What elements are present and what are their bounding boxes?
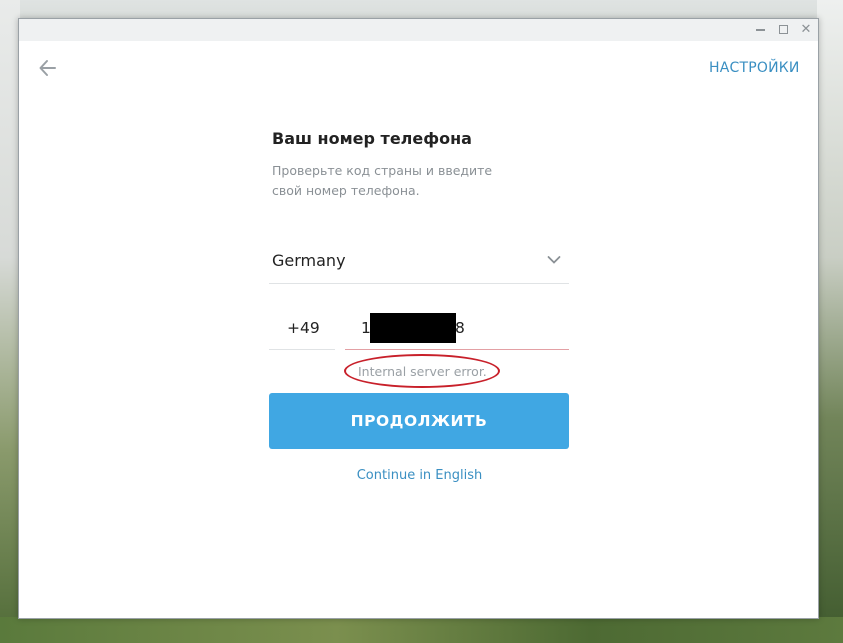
page-title: Ваш номер телефона xyxy=(272,129,472,148)
country-code-input[interactable]: +49 xyxy=(269,311,335,350)
desktop-background-left xyxy=(0,0,20,643)
phone-number-end: 8 xyxy=(455,319,465,337)
country-code-value: +49 xyxy=(287,319,320,337)
minimize-button[interactable] xyxy=(749,21,771,39)
close-icon: ✕ xyxy=(800,22,812,37)
maximize-icon xyxy=(778,25,788,34)
redaction-box xyxy=(370,313,456,343)
continue-in-english-link[interactable]: Continue in English xyxy=(19,468,820,483)
close-button[interactable]: ✕ xyxy=(795,21,817,39)
page-subtitle: Проверьте код страны и введите свой номе… xyxy=(272,163,493,198)
arrow-left-icon xyxy=(39,60,56,76)
back-button[interactable] xyxy=(37,57,59,79)
country-value: Germany xyxy=(272,251,346,270)
desktop-background-bottom xyxy=(0,617,843,643)
chevron-down-icon xyxy=(547,256,561,264)
country-select[interactable]: Germany xyxy=(269,239,569,284)
desktop-background-right xyxy=(817,0,843,643)
app-window: ✕ НАСТРОЙКИ Ваш номер телефона Проверьте… xyxy=(18,18,819,619)
minimize-icon xyxy=(755,28,765,31)
continue-button[interactable]: ПРОДОЛЖИТЬ xyxy=(269,393,569,449)
maximize-button[interactable] xyxy=(772,21,794,39)
title-bar: ✕ xyxy=(19,19,818,41)
error-highlight-annotation xyxy=(344,354,500,388)
settings-link[interactable]: НАСТРОЙКИ xyxy=(709,60,800,76)
phone-number-input[interactable]: 1 8 xyxy=(345,311,569,350)
